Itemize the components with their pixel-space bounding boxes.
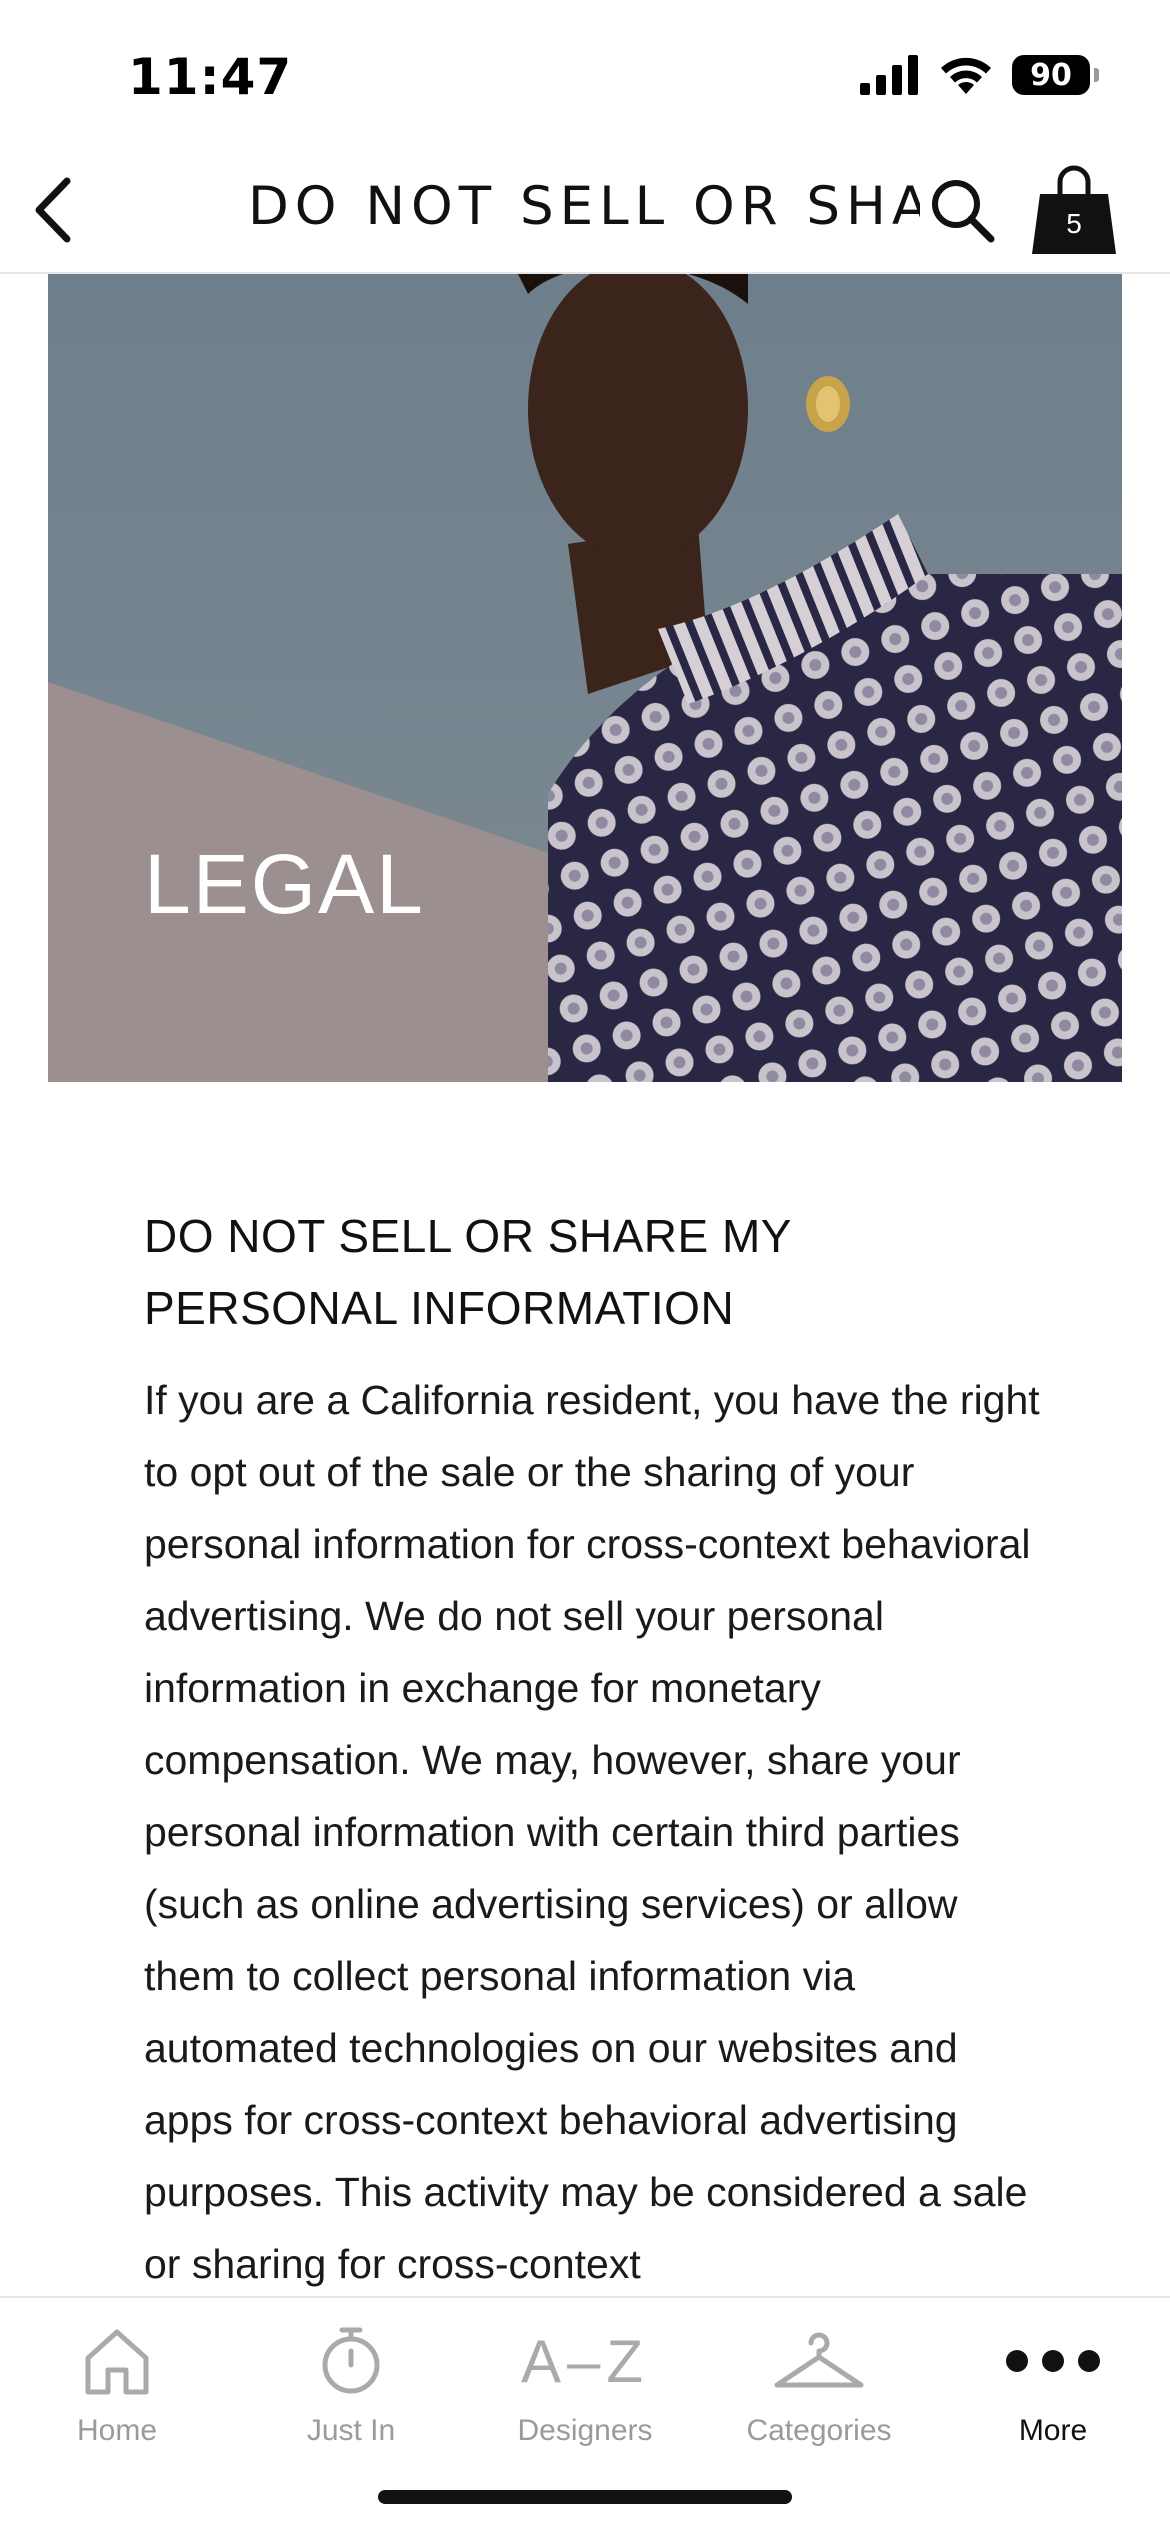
cellular-signal-icon bbox=[860, 55, 918, 95]
more-dots-icon bbox=[1006, 2350, 1100, 2372]
tab-label: More bbox=[1018, 2414, 1088, 2447]
status-time: 11:47 bbox=[128, 48, 293, 106]
tab-designers[interactable]: A–Z Designers bbox=[468, 2316, 702, 2466]
stopwatch-icon bbox=[322, 2327, 380, 2394]
hero-image bbox=[48, 274, 1122, 1082]
tab-home[interactable]: Home bbox=[0, 2316, 234, 2466]
hero-title: LEGAL bbox=[144, 837, 425, 931]
legal-content: DO NOT SELL OR SHARE MY PERSONAL INFORMA… bbox=[144, 1200, 1044, 2410]
tab-label: Just In bbox=[306, 2414, 396, 2447]
a-z-icon: A–Z bbox=[520, 2327, 650, 2395]
home-indicator bbox=[378, 2490, 792, 2504]
chevron-left-icon bbox=[35, 177, 71, 243]
wifi-icon bbox=[941, 57, 991, 94]
home-icon bbox=[85, 2329, 149, 2395]
app-header: DO NOT SELL OR SHA… 5 bbox=[0, 150, 1170, 274]
page-title: DO NOT SELL OR SHA… bbox=[248, 176, 920, 237]
status-icons: 90 bbox=[860, 54, 1099, 96]
status-bar: 11:47 90 bbox=[0, 0, 1170, 150]
tab-just-in[interactable]: Just In bbox=[234, 2316, 468, 2466]
tab-more[interactable]: More bbox=[936, 2316, 1170, 2466]
tab-label: Categories bbox=[746, 2414, 892, 2447]
bag-count-badge: 5 bbox=[1066, 208, 1082, 239]
tab-categories[interactable]: Categories bbox=[702, 2316, 936, 2466]
hanger-icon bbox=[774, 2332, 864, 2388]
back-button[interactable] bbox=[18, 170, 88, 250]
shopping-bag-button[interactable]: 5 bbox=[1030, 164, 1118, 256]
search-icon bbox=[932, 180, 995, 243]
hero-banner: LEGAL bbox=[48, 274, 1122, 1082]
section-body-text: If you are a California resident, you ha… bbox=[144, 1377, 1040, 2287]
section-heading: DO NOT SELL OR SHARE MY PERSONAL INFORMA… bbox=[144, 1210, 792, 1334]
battery-indicator: 90 bbox=[1012, 55, 1099, 95]
tab-label: Designers bbox=[517, 2414, 653, 2447]
search-button[interactable] bbox=[922, 170, 1002, 250]
battery-level: 90 bbox=[1030, 57, 1072, 93]
tab-label: Home bbox=[76, 2414, 158, 2447]
